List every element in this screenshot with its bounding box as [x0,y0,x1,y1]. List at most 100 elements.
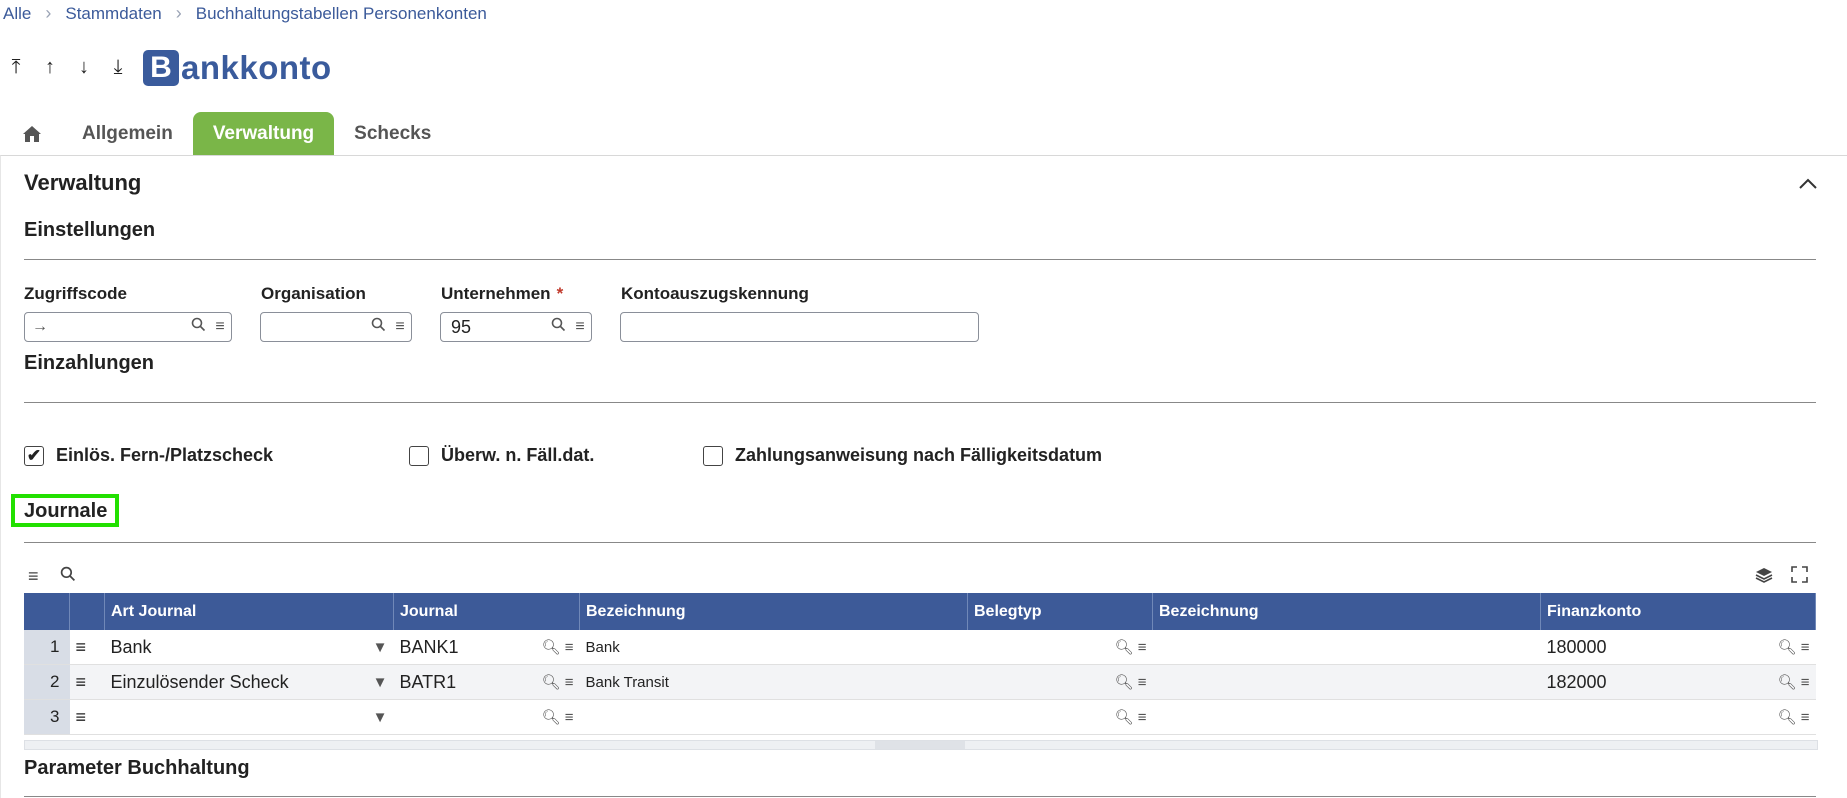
col-art-journal[interactable]: Art Journal [104,593,394,630]
cell-finanzkonto[interactable]: 180000 🔍︎ ≡ [1540,630,1816,665]
checkbox-einloes-fernscheck[interactable]: ✔ Einlös. Fern-/Platzscheck [24,445,273,466]
col-rownum [24,593,70,630]
main-content: Verwaltung Einstellungen Zugriffscode → … [0,155,1847,798]
cell-bezeichnung: Bank [579,630,968,665]
search-menu-icons[interactable]: 🔍︎ ≡ [1115,673,1147,691]
grid-search-icon[interactable] [60,566,76,587]
col-journal[interactable]: Journal [393,593,580,630]
checkbox-unchecked[interactable] [703,445,723,466]
kontoauszugskennung-label: Kontoauszugskennung [621,284,809,303]
table-header-row: Art Journal Journal Bezeichnung Belegtyp… [24,593,1816,630]
grid-menu-icon[interactable]: ≡ [28,566,39,587]
row-number: 3 [24,699,70,735]
journale-table: Art Journal Journal Bezeichnung Belegtyp… [24,593,1816,735]
cell-art-journal[interactable]: Einzulösender Scheck ▼ [104,664,394,700]
row-menu-icon[interactable]: ≡ [69,699,105,735]
scrollbar-handle[interactable] [875,741,965,749]
row-number: 2 [24,664,70,700]
cell-finanzkonto[interactable]: 182000 🔍︎ ≡ [1540,664,1816,700]
row-menu-icon[interactable]: ≡ [69,664,105,700]
search-menu-icons[interactable]: 🔍︎ ≡ [1778,708,1810,726]
cell-belegtyp[interactable]: 🔍︎ ≡ [967,630,1153,665]
search-menu-icons[interactable]: 🔍︎ ≡ [1115,638,1147,656]
dropdown-arrow-icon[interactable]: ▼ [373,639,388,656]
cell-bezeichnung: Bank Transit [579,664,968,700]
chevron-up-icon[interactable] [1798,170,1818,196]
dropdown-arrow-icon[interactable]: ▼ [373,674,388,691]
first-record-icon[interactable]: ⤒ [6,56,26,79]
tab-allgemein[interactable]: Allgemein [62,112,193,155]
dropdown-arrow-icon[interactable]: ▼ [373,709,388,726]
row-number: 1 [24,630,70,665]
cell-art-journal[interactable]: ▼ [104,699,394,735]
unternehmen-field[interactable]: 95 ≡ [440,312,592,342]
row-menu-icon[interactable]: ≡ [69,630,105,665]
checkbox-ueberw-faelldat[interactable]: Überw. n. Fäll.dat. [409,445,594,466]
col-menu [69,593,105,630]
table-row[interactable]: 2 ≡ Einzulösender Scheck ▼ BATR1 🔍︎ ≡ Bank… [24,664,1816,700]
cell-belegtyp[interactable]: 🔍︎ ≡ [967,699,1153,735]
previous-record-icon[interactable]: ↑ [40,56,60,79]
organisation-field[interactable]: ≡ [260,312,412,342]
search-menu-icons[interactable]: 🔍︎ ≡ [1778,638,1810,656]
page-title-logo: B ankkonto [143,49,332,87]
chevron-right-icon: › [175,3,182,23]
journale-highlight-box [11,494,119,527]
menu-icon[interactable]: ≡ [209,318,231,336]
breadcrumb-buchhaltungstabellen[interactable]: Buchhaltungstabellen Personenkonten [196,4,487,24]
search-icon[interactable] [367,317,389,337]
tab-home[interactable] [0,112,62,155]
zugriffscode-label: Zugriffscode [24,284,127,303]
section-title: Verwaltung [24,170,142,195]
table-row[interactable]: 3 ≡ ▼ 🔍︎ ≡ 🔍︎ ≡ 🔍︎ ≡ [24,699,1816,735]
menu-icon[interactable]: ≡ [569,318,591,336]
col-belegtyp[interactable]: Belegtyp [967,593,1153,630]
last-record-icon[interactable]: ⤓ [108,56,128,79]
divider [24,259,1816,260]
search-menu-icons[interactable]: 🔍︎ ≡ [542,708,574,726]
search-menu-icons[interactable]: 🔍︎ ≡ [1115,708,1147,726]
arrow-right-icon: → [32,318,48,335]
menu-icon[interactable]: ≡ [389,318,411,336]
search-menu-icons[interactable]: 🔍︎ ≡ [1778,673,1810,691]
cell-belegtyp[interactable]: 🔍︎ ≡ [967,664,1153,700]
search-icon[interactable] [187,317,209,337]
search-menu-icons[interactable]: 🔍︎ ≡ [542,673,574,691]
search-icon[interactable] [547,317,569,337]
col-finanzkonto[interactable]: Finanzkonto [1540,593,1816,630]
parameter-buchhaltung-title: Parameter Buchhaltung [24,757,250,779]
table-row[interactable]: 1 ≡ Bank ▼ BANK1 🔍︎ ≡ Bank 🔍︎ ≡ 180000 🔍︎ ≡ [24,630,1816,665]
record-navigation: ⤒ ↑ ↓ ⤓ [6,56,128,79]
cell-bezeichnung [579,699,968,735]
col-bezeichnung[interactable]: Bezeichnung [579,593,968,630]
home-icon [23,125,41,142]
einzahlungen-title: Einzahlungen [24,352,154,374]
checkbox-unchecked[interactable] [409,445,429,466]
next-record-icon[interactable]: ↓ [74,56,94,79]
cell-journal[interactable]: BANK1 🔍︎ ≡ [393,630,580,665]
unternehmen-label: Unternehmen * [441,284,564,303]
chevron-right-icon: › [45,3,52,23]
cell-finanzkonto[interactable]: 🔍︎ ≡ [1540,699,1816,735]
cell-journal[interactable]: BATR1 🔍︎ ≡ [393,664,580,700]
divider [24,402,1816,403]
cell-art-journal[interactable]: Bank ▼ [104,630,394,665]
cell-bezeichnung-2 [1152,664,1541,700]
search-menu-icons[interactable]: 🔍︎ ≡ [542,638,574,656]
checkbox-checked[interactable]: ✔ [24,445,44,466]
breadcrumb-stammdaten[interactable]: Stammdaten [65,4,161,24]
zugriffscode-field[interactable]: → ≡ [24,312,232,342]
organisation-label: Organisation [261,284,366,303]
cell-bezeichnung-2 [1152,699,1541,735]
col-bezeichnung-2[interactable]: Bezeichnung [1152,593,1541,630]
breadcrumb-alle[interactable]: Alle [3,4,31,24]
cell-journal[interactable]: 🔍︎ ≡ [393,699,580,735]
logo-initial: B [143,50,179,86]
tab-verwaltung[interactable]: Verwaltung [192,112,335,155]
kontoauszugskennung-field[interactable] [620,312,979,342]
checkbox-zahlungsanweisung[interactable]: Zahlungsanweisung nach Fälligkeitsdatum [703,445,1102,466]
fullscreen-icon[interactable] [1791,566,1808,588]
tab-schecks[interactable]: Schecks [334,112,451,155]
horizontal-scrollbar[interactable] [24,740,1818,750]
layers-icon[interactable] [1755,566,1773,589]
